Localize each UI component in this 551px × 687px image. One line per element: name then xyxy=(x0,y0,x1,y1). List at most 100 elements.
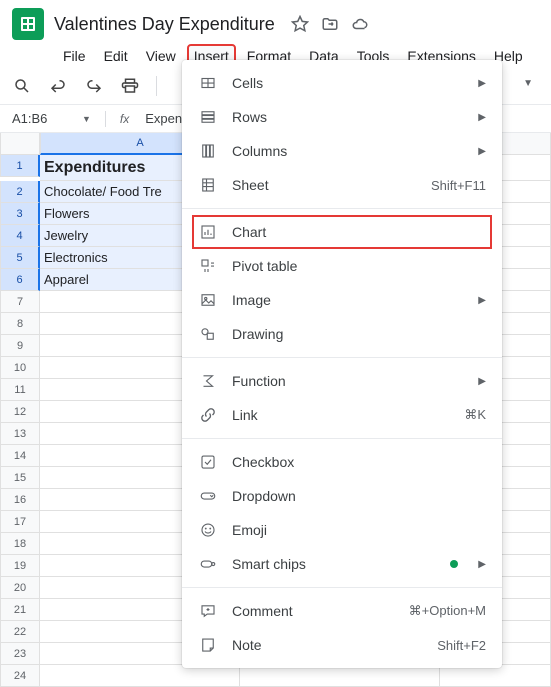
menu-item-label: Sheet xyxy=(232,177,417,193)
menu-file[interactable]: File xyxy=(56,44,93,68)
note-icon xyxy=(198,635,218,655)
row-header[interactable]: 7 xyxy=(0,291,40,313)
status-dot xyxy=(450,560,458,568)
row-header[interactable]: 23 xyxy=(0,643,40,665)
shortcut-label: ⌘+Option+M xyxy=(409,603,486,619)
drawing-icon xyxy=(198,324,218,344)
menu-item-pivot-table[interactable]: Pivot table xyxy=(182,249,502,283)
name-box[interactable]: A1:B6 xyxy=(8,109,68,128)
menu-item-checkbox[interactable]: Checkbox xyxy=(182,445,502,479)
columns-icon xyxy=(198,141,218,161)
menu-item-sheet[interactable]: SheetShift+F11 xyxy=(182,168,502,202)
menu-separator xyxy=(182,208,502,209)
menu-item-label: Checkbox xyxy=(232,454,486,470)
row-header[interactable]: 4 xyxy=(0,225,40,247)
row-header[interactable]: 10 xyxy=(0,357,40,379)
pivot-icon xyxy=(198,256,218,276)
fx-label: fx xyxy=(120,112,129,126)
row-header[interactable]: 6 xyxy=(0,269,40,291)
menu-item-chart[interactable]: Chart xyxy=(192,215,492,249)
chevron-down-icon[interactable]: ▼ xyxy=(82,114,91,124)
sheets-app-icon[interactable] xyxy=(12,8,44,40)
menu-edit[interactable]: Edit xyxy=(97,44,135,68)
menu-item-link[interactable]: Link ⌘K xyxy=(182,398,502,432)
menu-item-label: Image xyxy=(232,292,464,308)
menu-item-dropdown[interactable]: Dropdown xyxy=(182,479,502,513)
submenu-arrow-icon: ▶ xyxy=(478,112,486,123)
sheet-icon xyxy=(198,175,218,195)
menu-item-label: Pivot table xyxy=(232,258,486,274)
redo-icon[interactable] xyxy=(84,76,104,96)
menu-item-note[interactable]: Note Shift+F2 xyxy=(182,628,502,662)
print-icon[interactable] xyxy=(120,76,140,96)
shortcut-label: Shift+F2 xyxy=(437,638,486,653)
row-header[interactable]: 13 xyxy=(0,423,40,445)
menu-item-label: Smart chips xyxy=(232,556,436,572)
menu-item-cells[interactable]: Cells ▶ xyxy=(182,66,502,100)
menu-item-label: Drawing xyxy=(232,326,486,342)
row-header[interactable]: 17 xyxy=(0,511,40,533)
row-header[interactable]: 16 xyxy=(0,489,40,511)
row-header[interactable]: 12 xyxy=(0,401,40,423)
toolbar-divider xyxy=(156,76,157,96)
emoji-icon xyxy=(198,520,218,540)
row-header[interactable]: 3 xyxy=(0,203,40,225)
menu-item-rows[interactable]: Rows▶ xyxy=(182,100,502,134)
move-icon[interactable] xyxy=(321,15,339,33)
menu-item-smart-chips[interactable]: Smart chips ▶ xyxy=(182,547,502,581)
row-header[interactable]: 22 xyxy=(0,621,40,643)
document-title[interactable]: Valentines Day Expenditure xyxy=(54,14,275,35)
menu-item-label: Comment xyxy=(232,603,395,619)
cells-icon xyxy=(198,73,218,93)
row-header[interactable]: 2 xyxy=(0,181,40,203)
menu-item-image[interactable]: Image ▶ xyxy=(182,283,502,317)
submenu-arrow-icon: ▶ xyxy=(478,376,486,387)
toolbar-more-icon[interactable]: ▼ xyxy=(523,78,533,89)
search-icon[interactable] xyxy=(12,76,32,96)
menu-item-label: Cells xyxy=(232,75,464,91)
checkbox-icon xyxy=(198,452,218,472)
menu-item-emoji[interactable]: Emoji xyxy=(182,513,502,547)
row-header[interactable]: 15 xyxy=(0,467,40,489)
function-icon xyxy=(198,371,218,391)
shortcut-label: ⌘K xyxy=(464,407,486,423)
star-icon[interactable] xyxy=(291,15,309,33)
menu-view[interactable]: View xyxy=(139,44,183,68)
menu-item-label: Emoji xyxy=(232,522,486,538)
menu-item-columns[interactable]: Columns ▶ xyxy=(182,134,502,168)
menu-item-function[interactable]: Function ▶ xyxy=(182,364,502,398)
menu-item-label: Note xyxy=(232,637,423,653)
menu-item-comment[interactable]: Comment ⌘+Option+M xyxy=(182,594,502,628)
row-header[interactable]: 18 xyxy=(0,533,40,555)
row-header[interactable]: 9 xyxy=(0,335,40,357)
row-header[interactable]: 19 xyxy=(0,555,40,577)
submenu-arrow-icon: ▶ xyxy=(478,78,486,89)
menu-separator xyxy=(182,357,502,358)
row-header[interactable]: 1 xyxy=(0,155,40,177)
row-header[interactable]: 11 xyxy=(0,379,40,401)
menu-separator xyxy=(182,587,502,588)
submenu-arrow-icon: ▶ xyxy=(478,559,486,570)
select-all-corner[interactable] xyxy=(0,133,40,155)
menu-item-label: Link xyxy=(232,407,450,423)
image-icon xyxy=(198,290,218,310)
row-header[interactable]: 8 xyxy=(0,313,40,335)
row-header[interactable]: 14 xyxy=(0,445,40,467)
menu-item-drawing[interactable]: Drawing xyxy=(182,317,502,351)
rows-icon xyxy=(198,107,218,127)
dropdown-icon xyxy=(198,486,218,506)
comment-icon xyxy=(198,601,218,621)
cloud-icon[interactable] xyxy=(351,15,369,33)
undo-icon[interactable] xyxy=(48,76,68,96)
submenu-arrow-icon: ▶ xyxy=(478,295,486,306)
submenu-arrow-icon: ▶ xyxy=(478,146,486,157)
row-header[interactable]: 21 xyxy=(0,599,40,621)
menu-item-label: Columns xyxy=(232,143,464,159)
chart-icon xyxy=(198,222,218,242)
link-icon xyxy=(198,405,218,425)
insert-menu-dropdown: Cells▶Rows▶Columns▶SheetShift+F11ChartPi… xyxy=(182,60,502,668)
menu-item-label: Dropdown xyxy=(232,488,486,504)
row-header[interactable]: 5 xyxy=(0,247,40,269)
row-header[interactable]: 20 xyxy=(0,577,40,599)
menu-item-label: Function xyxy=(232,373,464,389)
